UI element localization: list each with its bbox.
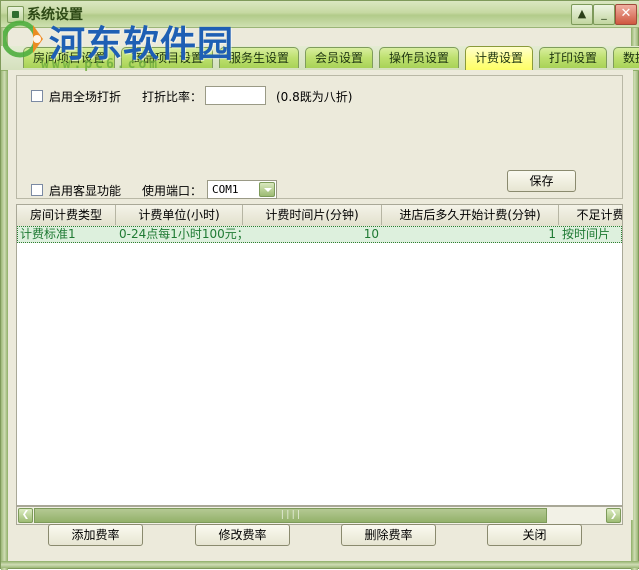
- tab-2[interactable]: 商品项目设置: [121, 47, 213, 68]
- port-select-value: COM1: [212, 183, 239, 196]
- content-panel: 启用全场打折 打折比率： (0.8既为八折) 启用客显功能 使用端口： COM1…: [8, 70, 633, 525]
- save-button[interactable]: 保存: [507, 170, 576, 192]
- cell-unit: 0-24点每1小时100元；: [119, 227, 244, 241]
- enable-discount-label: 启用全场打折: [49, 90, 122, 104]
- app-icon: [7, 6, 24, 23]
- scrollbar-thumb[interactable]: [34, 508, 547, 523]
- port-label: 使用端口：: [142, 184, 203, 198]
- cell-insufficient: 按时间片: [562, 227, 611, 241]
- port-select[interactable]: COM1: [207, 180, 277, 199]
- chevron-left-icon: ❮: [21, 510, 30, 520]
- edit-rate-button[interactable]: 修改费率: [195, 524, 290, 546]
- cell-start_after: 1: [548, 227, 556, 241]
- scroll-right-button[interactable]: ❯: [606, 508, 621, 523]
- add-rate-button[interactable]: 添加费率: [48, 524, 143, 546]
- table-row[interactable]: 计费标准1 0-24点每1小时100元； 10 1 按时间片: [17, 226, 622, 243]
- column-header-1[interactable]: 房间计费类型: [17, 205, 116, 225]
- enable-discount-checkbox[interactable]: [31, 90, 43, 102]
- tab-8[interactable]: 数据管理: [613, 47, 639, 68]
- discount-hint: (0.8既为八折): [276, 90, 353, 104]
- close-button[interactable]: ✕: [615, 4, 637, 25]
- rate-table-header: 房间计费类型计费单位(小时)计费时间片(分钟)进店后多久开始计费(分钟)不足计费…: [17, 205, 622, 227]
- close-dialog-button[interactable]: 关闭: [487, 524, 582, 546]
- cell-slice: 10: [363, 227, 379, 241]
- tab-5[interactable]: 操作员设置: [379, 47, 459, 68]
- column-header-5[interactable]: 不足计费单位的: [559, 205, 622, 225]
- system-settings-window: 系统设置 ▲ _ ✕ 河东软件园 www.pc6.com 房间项目设置 商品项目设…: [0, 0, 639, 570]
- tab-1[interactable]: 房间项目设置: [23, 47, 115, 68]
- tab-4[interactable]: 会员设置: [305, 47, 373, 68]
- close-icon: ✕: [620, 6, 632, 21]
- title-bar[interactable]: 系统设置 ▲ _ ✕: [1, 1, 639, 28]
- window-title: 系统设置: [27, 7, 83, 23]
- scroll-left-button[interactable]: ❮: [18, 508, 33, 523]
- discount-rate-label: 打折比率：: [142, 90, 203, 104]
- tab-3[interactable]: 服务生设置: [219, 47, 299, 68]
- minimize-icon: _: [601, 7, 607, 20]
- enable-customer-display-label: 启用客显功能: [49, 184, 122, 198]
- window-frame-bottom: [1, 561, 639, 568]
- tab-7[interactable]: 打印设置: [539, 47, 607, 68]
- rate-table: 房间计费类型计费单位(小时)计费时间片(分钟)进店后多久开始计费(分钟)不足计费…: [16, 204, 623, 506]
- chevron-right-icon: ❯: [609, 510, 618, 520]
- horizontal-scrollbar[interactable]: ❮ ❯: [16, 506, 623, 525]
- chevron-down-icon[interactable]: [259, 182, 275, 197]
- minimize-button[interactable]: _: [593, 4, 615, 25]
- cell-type: 计费标准1: [20, 227, 76, 241]
- discount-rate-input[interactable]: [205, 86, 266, 105]
- enable-customer-display-checkbox[interactable]: [31, 184, 43, 196]
- column-header-3[interactable]: 计费时间片(分钟): [243, 205, 382, 225]
- column-header-4[interactable]: 进店后多久开始计费(分钟): [382, 205, 559, 225]
- column-header-2[interactable]: 计费单位(小时): [116, 205, 243, 225]
- window-frame-left: [1, 1, 8, 570]
- restore-icon: ▲: [577, 7, 587, 20]
- tab-bar: 房间项目设置商品项目设置服务生设置会员设置操作员设置计费设置打印设置数据管理预订…: [1, 46, 639, 71]
- tab-6[interactable]: 计费设置: [465, 46, 533, 70]
- restore-button[interactable]: ▲: [571, 4, 593, 25]
- delete-rate-button[interactable]: 删除费率: [341, 524, 436, 546]
